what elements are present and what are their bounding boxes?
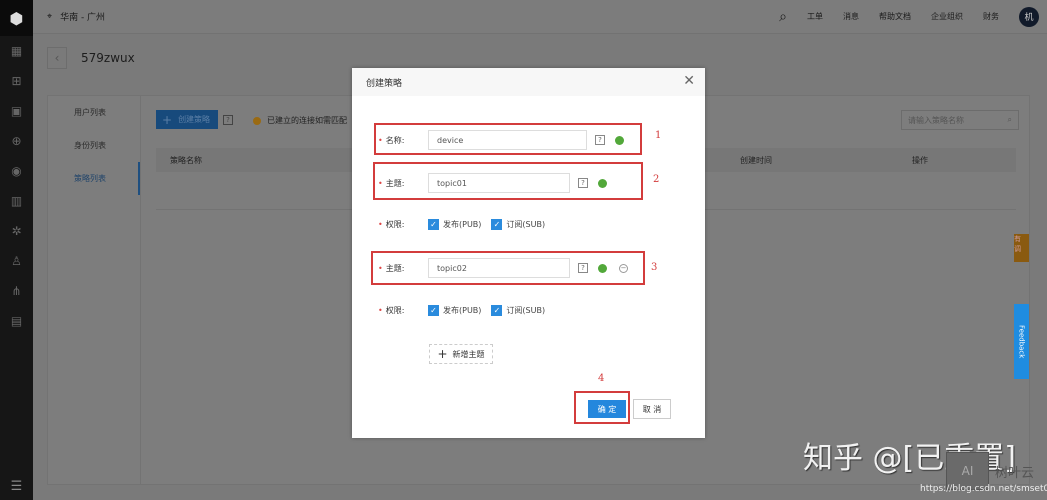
sub-nav: 用户列表 身份列表 策略列表 bbox=[48, 96, 141, 484]
column-created-time: 创建时间 bbox=[740, 155, 772, 165]
side-tag[interactable]: 有 调 bbox=[1014, 234, 1029, 262]
annotation-box-1 bbox=[374, 123, 642, 155]
annotation-box-2 bbox=[373, 162, 643, 200]
perm2-label-text: 权限: bbox=[385, 306, 405, 315]
nav-messages[interactable]: 消息 bbox=[843, 11, 859, 22]
annotation-1: 1 bbox=[655, 130, 662, 141]
cancel-button[interactable]: 取 消 bbox=[633, 399, 671, 419]
top-bar: ⌖ 华南 - 广州 ⌕ 工单 消息 帮助文档 企业组织 财务 机 bbox=[33, 0, 1047, 34]
checkbox-checked-icon: ✓ bbox=[428, 219, 439, 230]
column-policy-name: 策略名称 bbox=[170, 155, 202, 165]
nav-organization[interactable]: 企业组织 bbox=[931, 11, 963, 22]
perm1-label-text: 权限: bbox=[385, 220, 405, 229]
create-policy-button[interactable]: + 创建策略 bbox=[156, 110, 218, 129]
checkbox-checked-icon: ✓ bbox=[428, 305, 439, 316]
search-icon[interactable]: ⌕ bbox=[779, 9, 787, 25]
location-icon: ⌖ bbox=[47, 11, 53, 22]
annotation-4: 4 bbox=[598, 373, 605, 384]
subnav-identities[interactable]: 身份列表 bbox=[48, 129, 140, 162]
nav-ticket[interactable]: 工单 bbox=[807, 11, 823, 22]
plus-icon: + bbox=[437, 347, 448, 361]
perm2-row: • 权限: ✓ 发布(PUB) ✓ 订阅(SUB) bbox=[378, 305, 555, 316]
back-button[interactable]: ‹ bbox=[47, 47, 67, 69]
sub-label: 订阅(SUB) bbox=[506, 306, 546, 315]
checkbox-checked-icon: ✓ bbox=[491, 305, 503, 316]
dialog-header: 创建策略 ✕ bbox=[352, 68, 705, 96]
perm1-label: • 权限: bbox=[378, 220, 405, 229]
feedback-button[interactable]: Feedback bbox=[1014, 304, 1029, 379]
globe-icon[interactable]: ⊕ bbox=[0, 126, 33, 156]
annotation-3: 3 bbox=[651, 262, 658, 273]
watermark-url: https://blog.csdn.net/smset028 bbox=[920, 484, 1047, 494]
sub-label: 订阅(SUB) bbox=[506, 220, 546, 229]
page-header: ‹ 579zwux bbox=[47, 47, 135, 69]
search-input[interactable]: 请输入策略名称 ⌕ bbox=[901, 110, 1019, 130]
pub-label: 发布(PUB) bbox=[443, 306, 482, 315]
avatar[interactable]: 机 bbox=[1019, 6, 1039, 27]
search-placeholder: 请输入策略名称 bbox=[908, 115, 964, 125]
page-title: 579zwux bbox=[81, 51, 135, 65]
warning-dot-icon bbox=[253, 116, 261, 125]
add-topic-label: 新增主题 bbox=[452, 349, 485, 359]
pub-checkbox-2[interactable]: ✓ 发布(PUB) bbox=[428, 305, 481, 316]
eye-icon[interactable]: ◉ bbox=[0, 156, 33, 186]
nav-help-docs[interactable]: 帮助文档 bbox=[879, 11, 911, 22]
dialog-title: 创建策略 bbox=[366, 78, 403, 89]
monitor-icon[interactable]: ▣ bbox=[0, 96, 33, 126]
logo-icon[interactable]: ⬢ bbox=[0, 0, 33, 36]
search-icon[interactable]: ⌕ bbox=[1008, 115, 1012, 125]
create-policy-label: 创建策略 bbox=[178, 115, 211, 124]
sub-checkbox-1[interactable]: ✓ 订阅(SUB) bbox=[491, 219, 545, 230]
help-icon[interactable]: ? bbox=[223, 115, 233, 125]
annotation-box-3 bbox=[371, 251, 645, 285]
network-icon[interactable]: ⋔ bbox=[0, 276, 33, 306]
subnav-policies[interactable]: 策略列表 bbox=[48, 162, 140, 195]
pub-label: 发布(PUB) bbox=[443, 220, 482, 229]
annotation-box-4 bbox=[574, 391, 630, 424]
perm1-row: • 权限: ✓ 发布(PUB) ✓ 订阅(SUB) bbox=[378, 219, 555, 230]
menu-icon[interactable]: ☰ bbox=[0, 479, 33, 494]
column-actions: 操作 bbox=[912, 155, 928, 165]
add-topic-button[interactable]: + 新增主题 bbox=[429, 344, 493, 364]
user-icon[interactable]: ♙ bbox=[0, 246, 33, 276]
perm2-label: • 权限: bbox=[378, 306, 405, 315]
notice: 已建立的连接如需匹配 bbox=[253, 115, 347, 126]
nav-finance[interactable]: 财务 bbox=[983, 11, 999, 22]
building-icon[interactable]: ▥ bbox=[0, 186, 33, 216]
notice-text: 已建立的连接如需匹配 bbox=[267, 116, 347, 125]
left-sidebar: ⬢ ▦ ⊞ ▣ ⊕ ◉ ▥ ✲ ♙ ⋔ ▤ ☰ bbox=[0, 0, 33, 500]
annotation-2: 2 bbox=[653, 174, 660, 185]
watermark-brand: 树叶云 bbox=[995, 466, 1035, 481]
plus-icon: + bbox=[162, 112, 173, 127]
sub-checkbox-2[interactable]: ✓ 订阅(SUB) bbox=[491, 305, 545, 316]
checkbox-checked-icon: ✓ bbox=[491, 219, 503, 230]
grid-icon[interactable]: ⊞ bbox=[0, 66, 33, 96]
storage-icon[interactable]: ▤ bbox=[0, 306, 33, 336]
pub-checkbox-1[interactable]: ✓ 发布(PUB) bbox=[428, 219, 481, 230]
create-policy-dialog: 创建策略 ✕ • 名称: device ? • 主题: topic01 ? • 权限:… bbox=[352, 68, 705, 438]
close-icon[interactable]: ✕ bbox=[683, 73, 695, 89]
settings-icon[interactable]: ✲ bbox=[0, 216, 33, 246]
dashboard-icon[interactable]: ▦ bbox=[0, 36, 33, 66]
side-tag-text: 有 调 bbox=[1014, 235, 1021, 253]
region-selector[interactable]: 华南 - 广州 bbox=[60, 10, 105, 23]
subnav-users[interactable]: 用户列表 bbox=[48, 96, 140, 129]
